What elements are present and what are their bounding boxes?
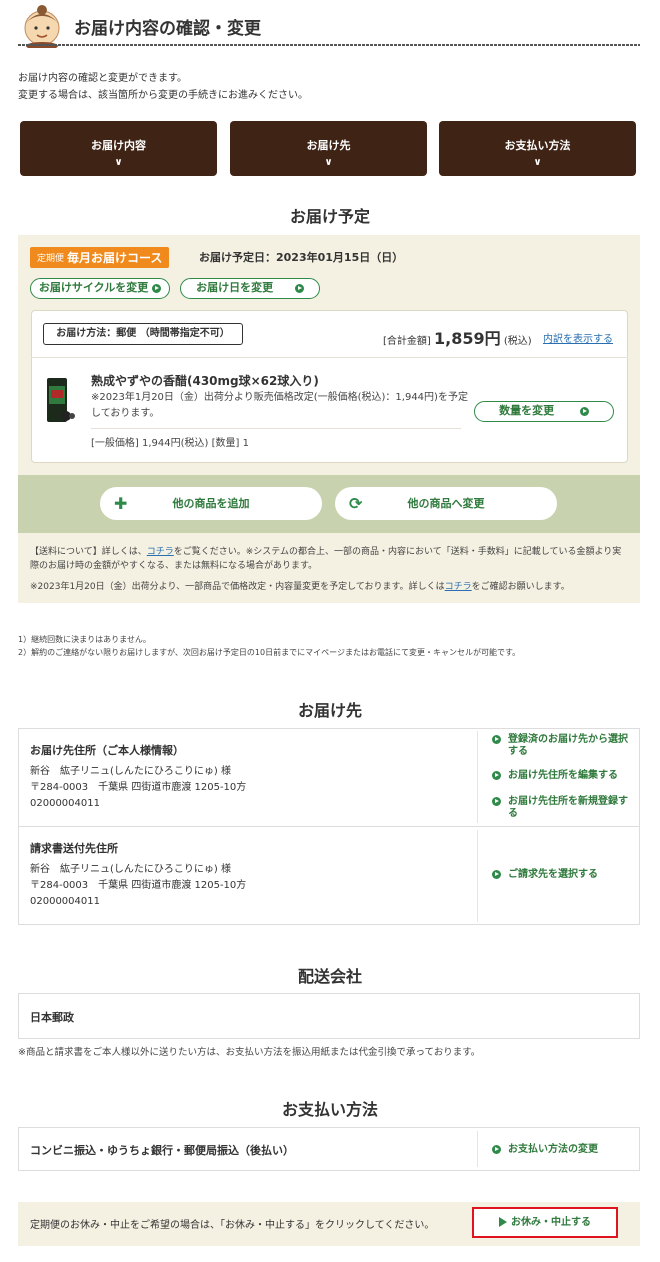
nav-label: お届け先 [306,139,351,152]
price-change-link[interactable]: コチラ [445,582,472,592]
section-title-payment: お支払い方法 [281,1100,378,1119]
new-address-label: お届け先住所を新規登録する [508,796,628,819]
swap-product-button[interactable]: ⟳ 他の商品へ変更 [335,487,557,520]
nav-label: お届け内容 [91,139,146,152]
page-title: お届け内容の確認・変更 [74,19,261,39]
billing-name: 新谷 紘子リニュ(しんたにひろこりにゅ) 様 [30,864,231,875]
price-change-note: ※2023年1月20日（金）出荷分より、一部商品で価格改定・内容量変更を予定して… [30,579,630,592]
shipping-address-block: 新谷 紘子リニュ(しんたにひろこりにゅ) 様 〒284-0003 千葉県 四街道… [30,764,246,812]
arrow-circle-icon [492,735,501,744]
pause-stop-label: お休み・中止する [511,1217,591,1228]
new-address-link[interactable]: お届け先住所を新規登録する [492,796,632,820]
shipping-note: 【送料について】詳しくは、コチラをご覧ください。※システムの都合上、一部の商品・… [30,545,630,573]
chevron-down-icon: ∨ [324,157,333,168]
section-title-schedule: お届け予定 [289,207,370,226]
address-divider [18,826,640,827]
carrier-box [18,993,640,1039]
nav-label: お支払い方法 [504,139,571,152]
add-product-button[interactable]: ✚ 他の商品を追加 [100,487,322,520]
select-billing-label: ご請求先を選択する [508,869,598,880]
payment-vertical-divider [477,1131,478,1167]
section-title-address: お届け先 [297,701,362,720]
billing-address-heading: 請求書送付先住所 [30,842,118,855]
change-quantity-label: 数量を変更 [499,404,555,417]
total-amount: [合計金額] 1,859円 (税込) [383,325,532,349]
refresh-icon: ⟳ [349,494,363,513]
chevron-down-icon: ∨ [114,157,123,168]
carrier-name: 日本郵政 [30,1011,74,1024]
select-registered-address-link[interactable]: 登録済のお届け先から選択する [492,734,632,758]
header-divider [18,44,640,46]
delivery-method: お届け方法：郵便 （時間帯指定不可） [43,323,243,345]
intro-text: お届け内容の確認と変更ができます。 変更する場合は、該当箇所から変更の手続きにお… [18,70,308,104]
pause-instruction: 定期便のお休み・中止をご希望の場合は、「お休み・中止する」をクリックしてください… [30,1220,435,1231]
section-title-carrier: 配送会社 [297,967,362,986]
shipping-link[interactable]: コチラ [147,547,174,557]
product-name: 熟成やずやの香醋(430mg球×62球入り) [91,374,319,388]
swap-product-label: 他の商品へ変更 [407,497,485,510]
play-arrow-icon [499,1217,507,1227]
add-product-label: 他の商品を追加 [172,497,250,510]
change-cycle-label: お届けサイクルを変更 [38,281,149,294]
payment-method: コンビニ振込・ゆうちょ銀行・郵便局振込（後払い） [30,1144,294,1157]
product-price-qty: [一般価格] 1,944円(税込) [数量] 1 [91,438,249,449]
chevron-down-icon: ∨ [533,157,542,168]
shipping-address-heading: お届け先住所（ご本人様情報） [30,744,184,757]
plus-icon: ✚ [114,494,128,513]
nav-button-payment-method[interactable]: お支払い方法 ∨ [439,121,636,176]
shipping-street: 〒284-0003 千葉県 四街道市鹿渡 1205-10方 [30,782,247,793]
mascot-icon [24,5,60,48]
total-prefix: [合計金額] [383,336,431,347]
card-divider [31,357,628,358]
product-divider [91,428,461,429]
change-cycle-button[interactable]: お届けサイクルを変更 [30,278,170,299]
change-quantity-button[interactable]: 数量を変更 [474,401,614,422]
intro-line-1: お届け内容の確認と変更ができます。 [18,73,187,84]
product-note: ※2023年1月20日（金）出荷分より販売価格改定(一般価格(税込)：1,944… [91,392,468,419]
billing-phone: 02000004011 [30,896,100,907]
change-payment-label: お支払い方法の変更 [508,1144,598,1155]
intro-line-2: 変更する場合は、該当箇所から変更の手続きにお進みください。 [18,90,308,101]
price-note-a: ※2023年1月20日（金）出荷分より、一部商品で価格改定・内容量変更を予定して… [30,582,445,592]
arrow-circle-icon [152,283,162,293]
change-payment-link[interactable]: お支払い方法の変更 [492,1144,632,1156]
shipping-note-a: 【送料について】詳しくは、 [30,547,147,557]
total-value: 1,859円 [434,329,501,348]
footnote-2: 2）解約のご連絡がない限りお届けしますが、次回お届け予定日の10日前までにマイペ… [18,648,521,657]
billing-vertical-divider [477,830,478,922]
nav-button-delivery-address[interactable]: お届け先 ∨ [230,121,427,176]
arrow-circle-icon [492,1145,501,1154]
carrier-note: ※商品と請求書をご本人様以外に送りたい方は、お支払い方法を振込用紙または代金引換… [18,1047,481,1058]
badge-course-text: 毎月お届けコース [67,251,163,265]
change-date-label: お届け日を変更 [196,281,274,294]
badge-small-text: 定期便 [37,254,65,264]
edit-address-label: お届け先住所を編集する [508,770,618,781]
footnote-1: 1）継続回数に決まりはありません。 [18,635,151,644]
arrow-circle-icon [492,771,501,780]
show-breakdown-link[interactable]: 内訳を表示する [543,330,613,345]
select-billing-link[interactable]: ご請求先を選択する [492,869,632,881]
billing-street: 〒284-0003 千葉県 四街道市鹿渡 1205-10方 [30,880,247,891]
arrow-circle-icon [294,283,304,293]
shipping-name: 新谷 紘子リニュ(しんたにひろこりにゅ) 様 [30,766,231,777]
delivery-date: お届け予定日：2023年01月15日（日） [199,251,404,264]
price-note-b: をご確認お願いします。 [471,582,570,592]
select-registered-address-label: 登録済のお届け先から選択する [508,734,628,757]
course-badge: 定期便 毎月お届けコース [30,247,170,268]
billing-address-block: 新谷 紘子リニュ(しんたにひろこりにゅ) 様 〒284-0003 千葉県 四街道… [30,862,246,910]
arrow-circle-icon [492,797,501,806]
product-image [47,378,75,422]
edit-address-link[interactable]: お届け先住所を編集する [492,770,632,782]
shipping-phone: 02000004011 [30,798,100,809]
arrow-circle-icon [579,406,589,416]
change-date-button[interactable]: お届け日を変更 [180,278,320,299]
nav-button-delivery-content[interactable]: お届け内容 ∨ [20,121,217,176]
arrow-circle-icon [492,870,501,879]
address-vertical-divider [477,731,478,823]
pause-stop-button[interactable]: お休み・中止する [472,1207,618,1238]
total-suffix: (税込) [503,336,532,347]
